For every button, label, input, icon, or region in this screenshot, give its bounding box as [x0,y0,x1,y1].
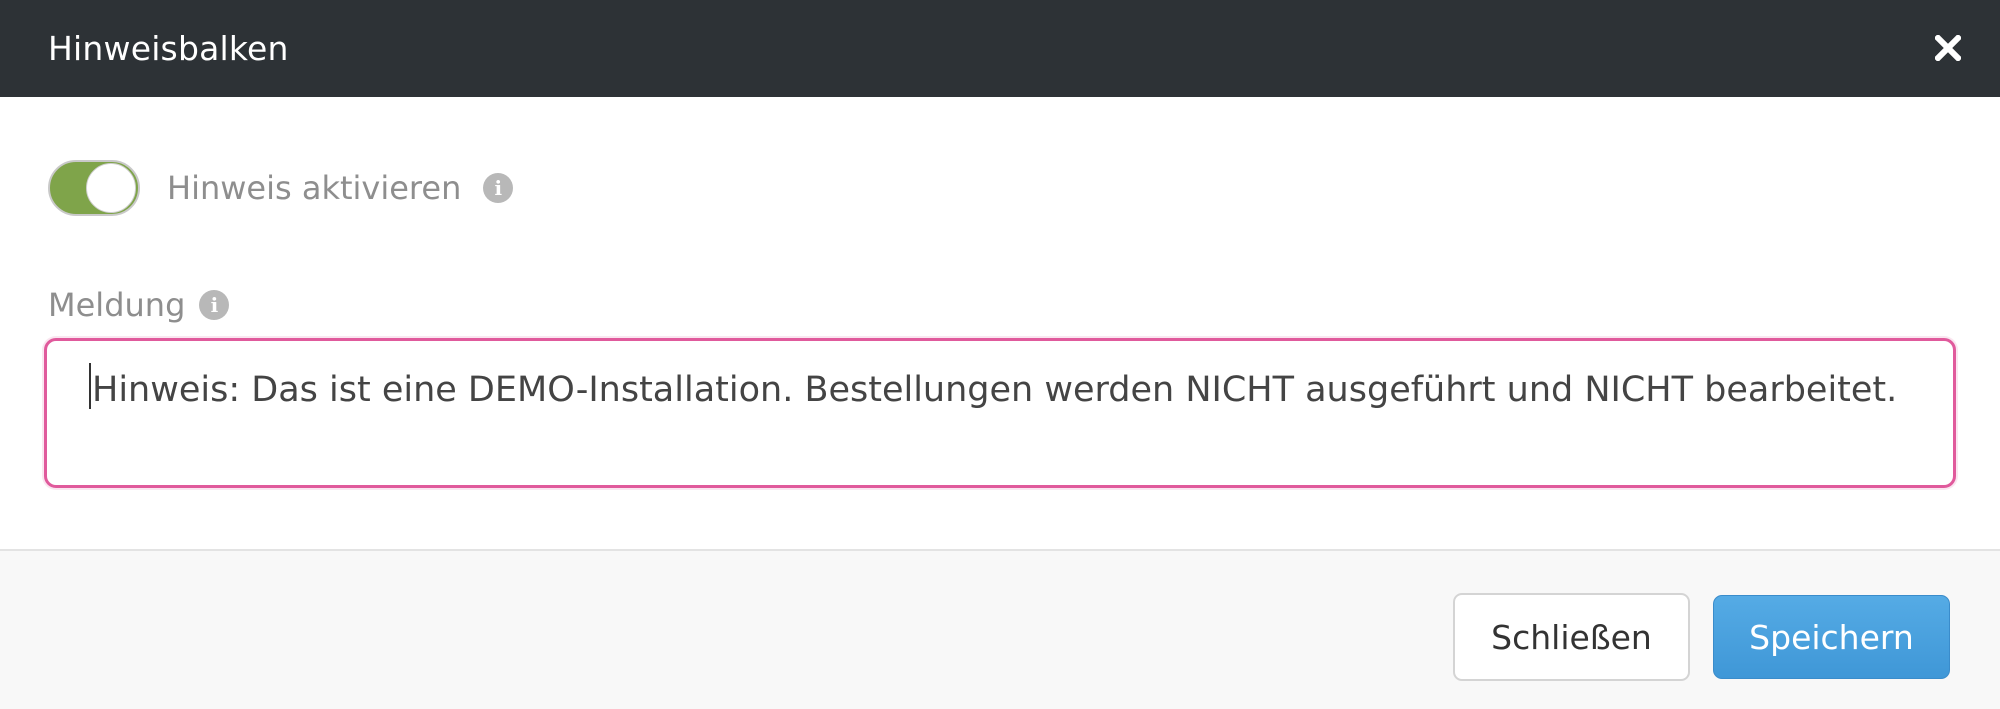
message-label: Meldung [48,286,186,324]
message-value: Hinweis: Das ist eine DEMO-Installation.… [92,370,1898,410]
info-icon[interactable]: i [483,173,514,203]
dialog-body: Hinweis aktivieren i Meldung i Hinweis: … [0,97,2000,550]
activate-notice-toggle[interactable] [48,160,140,216]
activate-notice-label: Hinweis aktivieren [167,169,462,207]
info-icon[interactable]: i [199,290,230,320]
save-button[interactable]: Speichern [1713,595,1950,679]
close-icon [1935,35,1961,61]
message-input[interactable]: Hinweis: Das ist eine DEMO-Installation.… [44,338,1956,488]
close-dialog-button[interactable]: Schließen [1453,593,1690,681]
dialog-header: Hinweisbalken [0,0,2000,97]
message-label-row: Meldung i [48,286,230,324]
dialog-footer: Schließen Speichern [0,549,2000,709]
dialog-title: Hinweisbalken [48,29,289,68]
close-button[interactable] [1930,30,1966,66]
toggle-knob [86,163,136,213]
notice-bar-dialog: Hinweisbalken Hinweis aktivieren i Meldu… [0,0,2000,709]
text-caret [89,363,91,409]
activate-notice-row: Hinweis aktivieren i [48,160,514,216]
